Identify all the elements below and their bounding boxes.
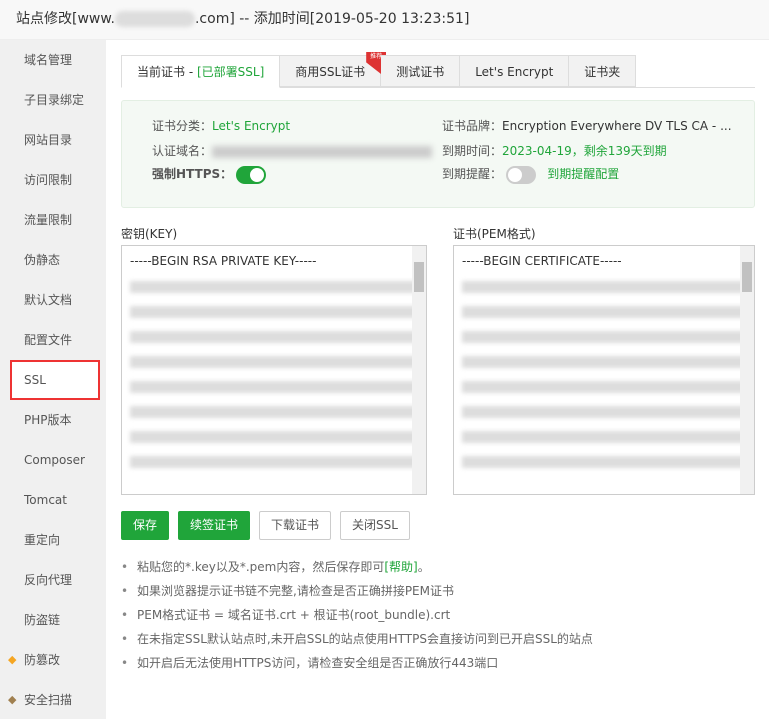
tab-bar: 当前证书 - [已部署SSL] 商用SSL证书 推荐 测试证书 Let's Enc… bbox=[121, 52, 755, 88]
close-ssl-button[interactable]: 关闭SSL bbox=[340, 511, 410, 540]
tip: 粘贴您的*.key以及*.pem内容，然后保存即可[帮助]。 bbox=[121, 555, 593, 579]
scrollbar[interactable] bbox=[740, 246, 754, 494]
tab-lets-encrypt[interactable]: Let's Encrypt bbox=[460, 55, 570, 87]
force-https-toggle[interactable] bbox=[235, 165, 266, 184]
tab-test-cert[interactable]: 测试证书 bbox=[381, 55, 461, 87]
sidebar-item-16[interactable]: ◆ 安全扫描 bbox=[0, 680, 106, 720]
tab-cert-folder[interactable]: 证书夹 bbox=[569, 55, 637, 87]
cert-textarea[interactable]: -----BEGIN CERTIFICATE----- bbox=[453, 245, 755, 495]
renew-cert-button[interactable]: 续签证书 bbox=[178, 511, 251, 540]
sidebar: 域名管理 子目录绑定 网站目录 访问限制 流量限制 伪静态 默认文档 配置文件 SSL PHP版本… bbox=[0, 40, 106, 719]
scrollbar[interactable] bbox=[412, 246, 426, 494]
sidebar-item-13[interactable]: 反向代理 bbox=[0, 560, 106, 600]
window-title: 站点修改[www. .com] -- 添加时间[2019-05-20 13:23:… bbox=[0, 0, 769, 40]
help-link[interactable]: [帮助] bbox=[384, 560, 417, 574]
sidebar-item-3[interactable]: 访问限制 bbox=[0, 160, 106, 200]
sidebar-item-8[interactable]: SSL bbox=[10, 360, 100, 400]
key-label: 密钥(KEY) bbox=[121, 227, 178, 241]
reminder-config-link[interactable]: 到期提醒配置 bbox=[547, 167, 619, 181]
sidebar-item-15[interactable]: ◆ 防篡改 bbox=[0, 640, 106, 680]
tab-current-cert[interactable]: 当前证书 - [已部署SSL] bbox=[121, 55, 281, 88]
redacted-domain bbox=[212, 145, 433, 158]
cert-label: 证书(PEM格式) bbox=[453, 227, 536, 241]
sidebar-item-1[interactable]: 子目录绑定 bbox=[0, 80, 106, 120]
tip: 如果浏览器提示证书链不完整,请检查是否正确拼接PEM证书 bbox=[121, 579, 593, 603]
tip: 如开启后无法使用HTTPS访问，请检查安全组是否正确放行443端口 bbox=[121, 651, 593, 675]
sidebar-item-11[interactable]: Tomcat bbox=[0, 480, 106, 520]
diamond-icon: ◆ bbox=[8, 693, 17, 706]
diamond-icon: ◆ bbox=[8, 653, 17, 666]
sidebar-item-9[interactable]: PHP版本 bbox=[0, 400, 106, 440]
tip: PEM格式证书 = 域名证书.crt + 根证书(root_bundle).cr… bbox=[121, 603, 593, 627]
save-button[interactable]: 保存 bbox=[121, 511, 170, 540]
key-textarea[interactable]: -----BEGIN RSA PRIVATE KEY----- bbox=[121, 245, 427, 495]
sidebar-item-0[interactable]: 域名管理 bbox=[0, 40, 106, 80]
sidebar-item-10[interactable]: Composer bbox=[0, 440, 106, 480]
redacted-domain bbox=[114, 11, 195, 27]
tip: 在未指定SSL默认站点时,未开启SSL的站点使用HTTPS会直接访问到已开启SS… bbox=[121, 627, 593, 651]
sidebar-item-4[interactable]: 流量限制 bbox=[0, 200, 106, 240]
sidebar-item-14[interactable]: 防盗链 bbox=[0, 600, 106, 640]
sidebar-item-5[interactable]: 伪静态 bbox=[0, 240, 106, 280]
ssl-panel: 当前证书 - [已部署SSL] 商用SSL证书 推荐 测试证书 Let's Enc… bbox=[121, 52, 755, 675]
download-cert-button[interactable]: 下载证书 bbox=[259, 511, 332, 540]
sidebar-item-6[interactable]: 默认文档 bbox=[0, 280, 106, 320]
tips-list: 粘贴您的*.key以及*.pem内容，然后保存即可[帮助]。 如果浏览器提示证书… bbox=[121, 555, 593, 675]
sidebar-item-2[interactable]: 网站目录 bbox=[0, 120, 106, 160]
sidebar-item-7[interactable]: 配置文件 bbox=[0, 320, 106, 360]
cert-info-box: 证书分类：Let's Encrypt 证书品牌：Encryption Every… bbox=[121, 100, 755, 208]
expiry-reminder-toggle[interactable] bbox=[505, 165, 536, 184]
sidebar-item-12[interactable]: 重定向 bbox=[0, 520, 106, 560]
tab-commercial-ssl[interactable]: 商用SSL证书 推荐 bbox=[280, 52, 387, 87]
